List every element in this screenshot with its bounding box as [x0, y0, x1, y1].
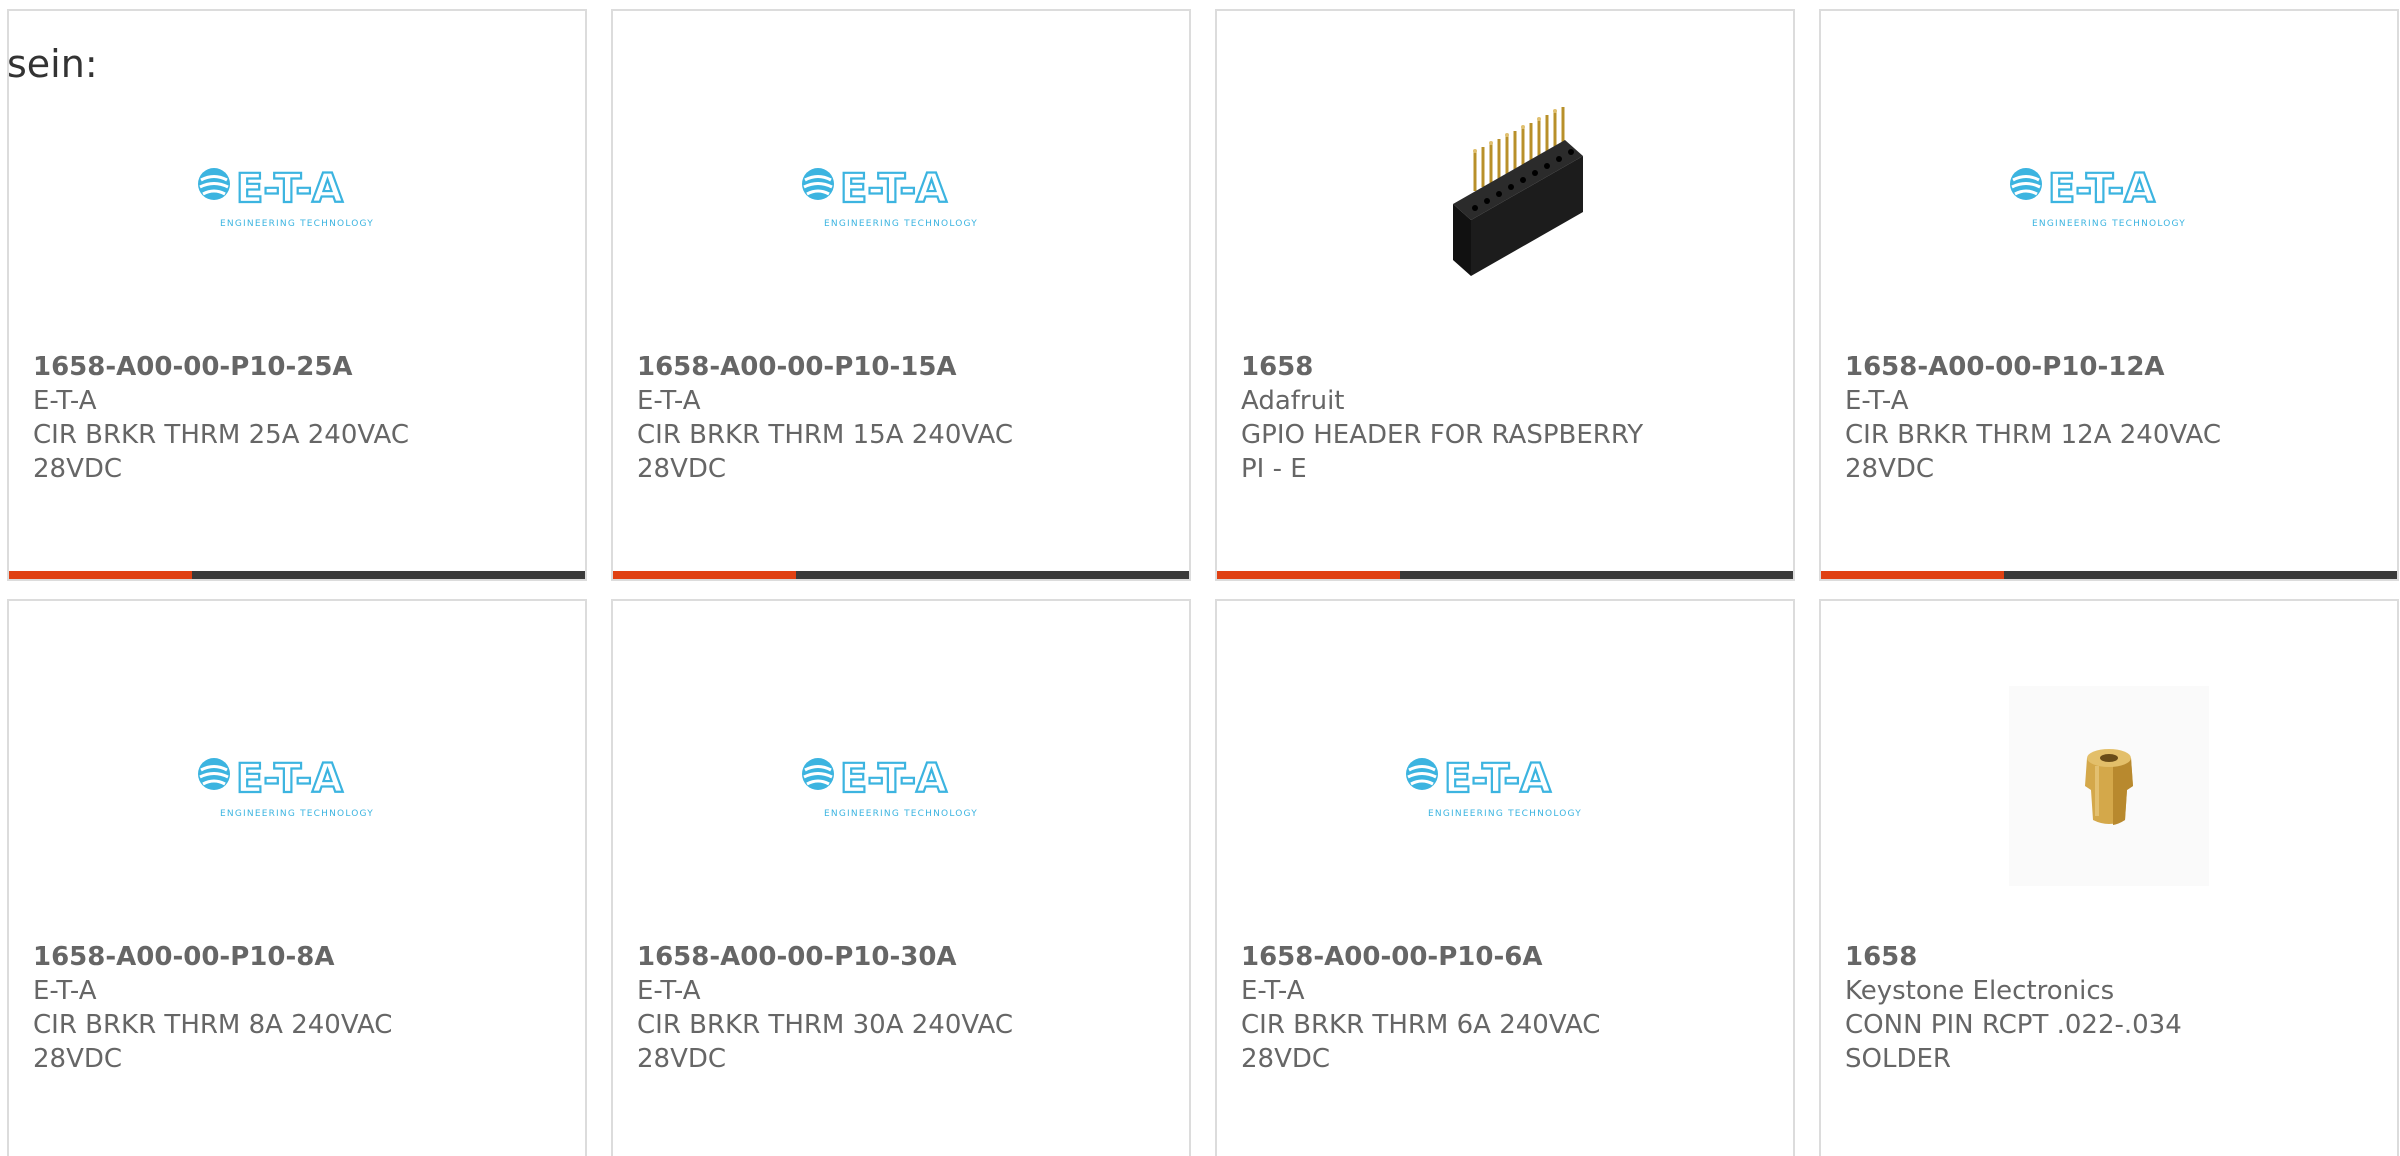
product-card[interactable]: E-T-A ENGINEERING TECHNOLOGY 1658-A00-00… — [1215, 599, 1795, 1156]
product-card[interactable]: E-T-A ENGINEERING TECHNOLOGY 1658-A00-00… — [7, 599, 587, 1156]
part-number[interactable]: 1658-A00-00-P10-12A — [1845, 350, 2265, 384]
manufacturer: E-T-A — [33, 976, 97, 1006]
description: CONN PIN RCPT .022-.034 SOLDER — [1845, 1010, 2182, 1074]
eta-logo-tagline: ENGINEERING TECHNOLOGY — [824, 219, 978, 229]
eta-logo: E-T-A ENGINEERING TECHNOLOGY — [1406, 755, 1582, 819]
eta-logo: E-T-A ENGINEERING TECHNOLOGY — [802, 755, 978, 819]
product-image[interactable]: E-T-A ENGINEERING TECHNOLOGY — [613, 681, 1189, 891]
eta-logo: E-T-A ENGINEERING TECHNOLOGY — [198, 755, 374, 819]
description: CIR BRKR THRM 6A 240VAC 28VDC — [1241, 1010, 1601, 1074]
eta-logo-text: E-T-A — [2048, 166, 2155, 212]
product-image[interactable] — [1821, 681, 2397, 891]
part-number[interactable]: 1658-A00-00-P10-30A — [637, 940, 1057, 974]
product-image[interactable] — [1217, 91, 1793, 301]
description: CIR BRKR THRM 8A 240VAC 28VDC — [33, 1010, 393, 1074]
card-bar — [1821, 571, 2397, 579]
card-bar-accent — [613, 571, 796, 579]
product-image[interactable]: E-T-A ENGINEERING TECHNOLOGY — [9, 681, 585, 891]
description: GPIO HEADER FOR RASPBERRY PI - E — [1241, 420, 1644, 484]
eta-logo: E-T-A ENGINEERING TECHNOLOGY — [198, 165, 374, 229]
part-number[interactable]: 1658-A00-00-P10-25A — [33, 350, 453, 384]
card-bar-accent — [1821, 571, 2004, 579]
eta-logo-tagline: ENGINEERING TECHNOLOGY — [220, 809, 374, 819]
eta-logo: E-T-A ENGINEERING TECHNOLOGY — [2010, 165, 2186, 229]
manufacturer: E-T-A — [637, 386, 701, 416]
eta-logo: E-T-A ENGINEERING TECHNOLOGY — [802, 165, 978, 229]
product-image[interactable]: E-T-A ENGINEERING TECHNOLOGY — [9, 91, 585, 301]
product-card[interactable]: E-T-A ENGINEERING TECHNOLOGY 1658-A00-00… — [611, 9, 1191, 581]
part-number[interactable]: 1658-A00-00-P10-8A — [33, 940, 453, 974]
description: CIR BRKR THRM 25A 240VAC 28VDC — [33, 420, 409, 484]
pin-receptacle-photo — [2009, 686, 2209, 886]
product-card[interactable]: E-T-A ENGINEERING TECHNOLOGY 1658-A00-00… — [1819, 9, 2399, 581]
eta-logo-text: E-T-A — [1444, 756, 1551, 802]
gpio-header-photo — [1453, 107, 1583, 276]
intro-text: sein: — [7, 42, 98, 86]
product-image[interactable]: E-T-A ENGINEERING TECHNOLOGY — [613, 91, 1189, 301]
eta-logo-tagline: ENGINEERING TECHNOLOGY — [1428, 809, 1582, 819]
manufacturer: Adafruit — [1241, 386, 1345, 416]
eta-logo-tagline: ENGINEERING TECHNOLOGY — [220, 219, 374, 229]
product-card[interactable]: E-T-A ENGINEERING TECHNOLOGY 1658-A00-00… — [611, 599, 1191, 1156]
product-grid: E-T-A ENGINEERING TECHNOLOGY 1658-A00-00… — [7, 9, 2400, 1156]
card-bar — [1217, 571, 1793, 579]
manufacturer: E-T-A — [33, 386, 97, 416]
product-card[interactable]: 1658 Adafruit GPIO HEADER FOR RASPBERRY … — [1215, 9, 1795, 581]
eta-logo-text: E-T-A — [840, 166, 947, 212]
eta-logo-text: E-T-A — [840, 756, 947, 802]
card-bar — [9, 571, 585, 579]
product-card[interactable]: 1658 Keystone Electronics CONN PIN RCPT … — [1819, 599, 2399, 1156]
part-number[interactable]: 1658-A00-00-P10-15A — [637, 350, 1057, 384]
card-bar — [613, 571, 1189, 579]
manufacturer: E-T-A — [637, 976, 701, 1006]
card-bar-accent — [1217, 571, 1400, 579]
card-bar-accent — [9, 571, 192, 579]
product-card[interactable]: E-T-A ENGINEERING TECHNOLOGY 1658-A00-00… — [7, 9, 587, 581]
part-number[interactable]: 1658 — [1241, 350, 1661, 384]
description: CIR BRKR THRM 15A 240VAC 28VDC — [637, 420, 1013, 484]
part-number[interactable]: 1658 — [1845, 940, 2265, 974]
product-image[interactable]: E-T-A ENGINEERING TECHNOLOGY — [1821, 91, 2397, 301]
eta-logo-tagline: ENGINEERING TECHNOLOGY — [824, 809, 978, 819]
product-image[interactable]: E-T-A ENGINEERING TECHNOLOGY — [1217, 681, 1793, 891]
manufacturer: E-T-A — [1845, 386, 1909, 416]
eta-logo-text: E-T-A — [236, 166, 343, 212]
eta-logo-tagline: ENGINEERING TECHNOLOGY — [2032, 219, 2186, 229]
manufacturer: Keystone Electronics — [1845, 976, 2115, 1006]
description: CIR BRKR THRM 12A 240VAC 28VDC — [1845, 420, 2221, 484]
manufacturer: E-T-A — [1241, 976, 1305, 1006]
part-number[interactable]: 1658-A00-00-P10-6A — [1241, 940, 1661, 974]
description: CIR BRKR THRM 30A 240VAC 28VDC — [637, 1010, 1013, 1074]
eta-logo-text: E-T-A — [236, 756, 343, 802]
